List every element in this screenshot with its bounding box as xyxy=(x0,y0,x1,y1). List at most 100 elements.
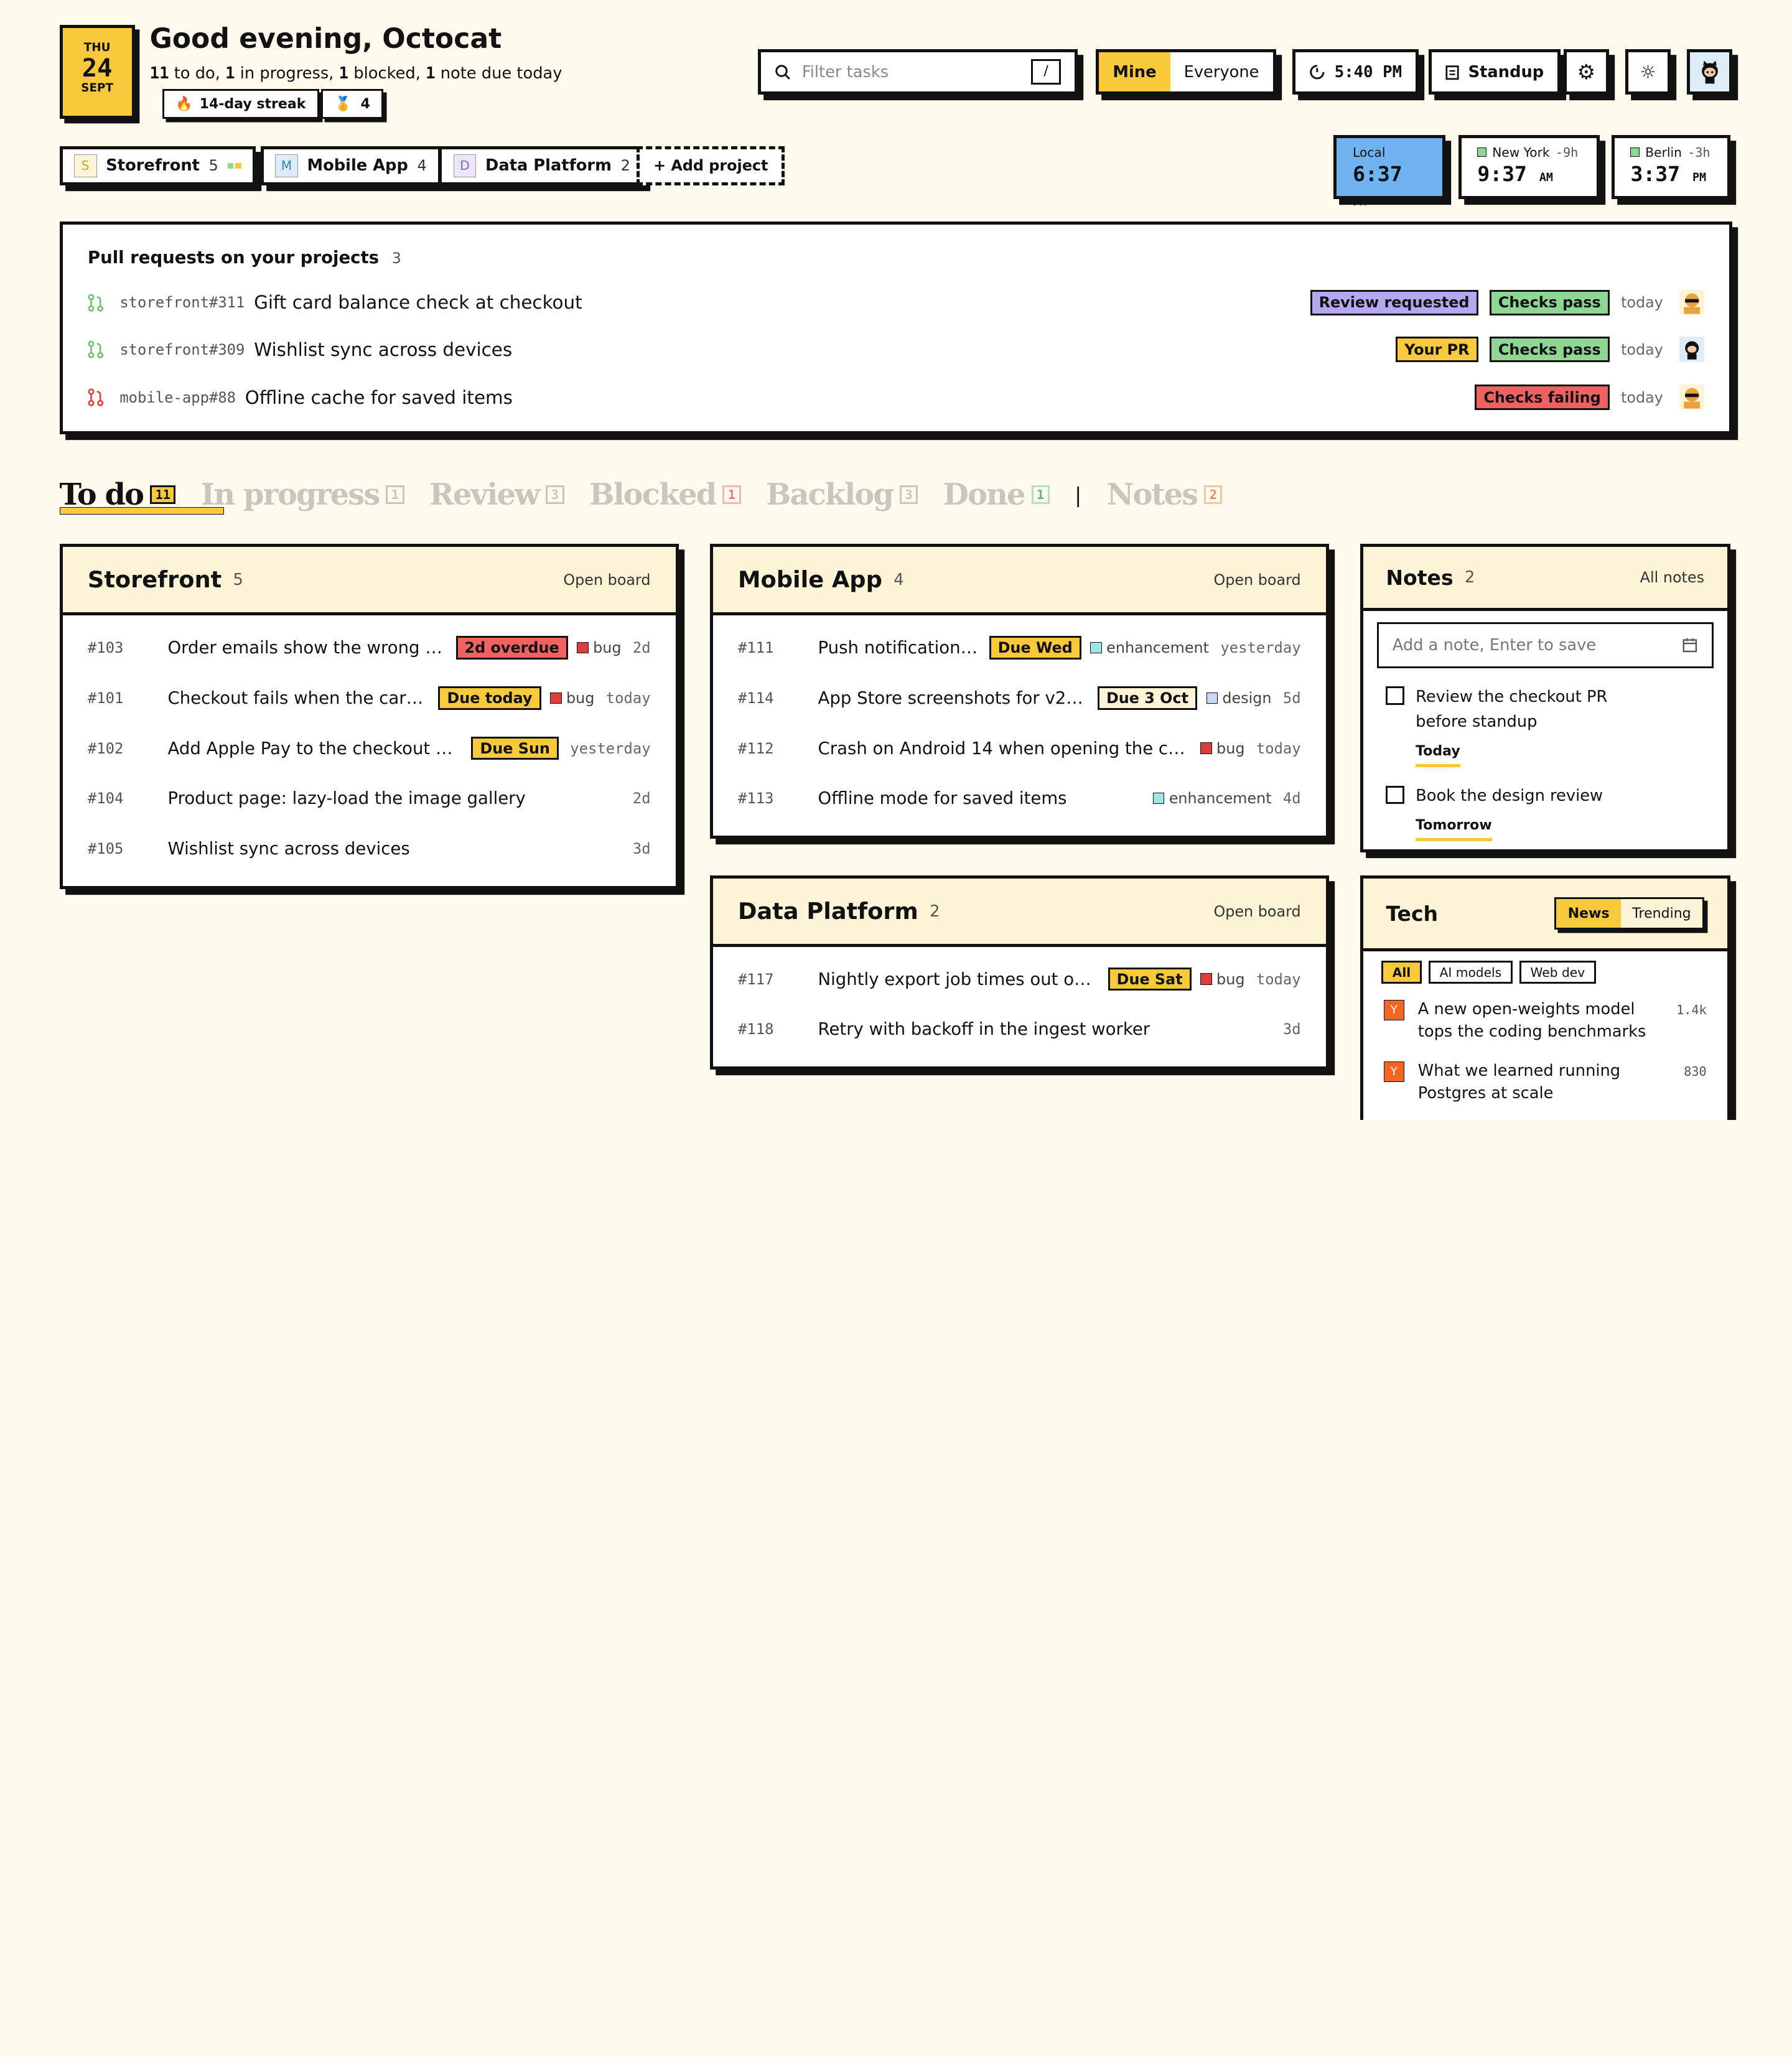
task-row[interactable]: #111 Push notifications for order update… xyxy=(713,622,1326,673)
task-row[interactable]: #112 Crash on Android 14 when opening th… xyxy=(713,723,1326,773)
search-input[interactable]: Filter tasks xyxy=(802,63,1031,82)
clock-time: 9:37 AM xyxy=(1477,162,1553,187)
task-row[interactable]: #102 Add Apple Pay to the checkout flow … xyxy=(63,723,676,773)
tech-header: Tech News Trending xyxy=(1363,878,1727,952)
board-header: Storefront 5 Open board xyxy=(62,547,676,616)
board-count: 5 xyxy=(233,570,243,589)
hacker-news-icon: Y xyxy=(1383,1000,1404,1021)
label-swatch-icon xyxy=(1200,973,1212,985)
note-item[interactable]: Book the design review Tomorrow xyxy=(1363,767,1727,842)
user-avatar-button[interactable] xyxy=(1686,49,1733,95)
clock-label: New York -9h xyxy=(1477,145,1580,160)
standup-button[interactable]: Standup xyxy=(1428,49,1561,95)
timer-button[interactable]: 5:40 PM xyxy=(1292,49,1419,95)
task-title[interactable]: Product page: lazy-load the image galler… xyxy=(167,788,621,808)
label-swatch-icon xyxy=(550,692,562,704)
task-row[interactable]: #113 Offline mode for saved items enhanc… xyxy=(713,773,1326,824)
task-row[interactable]: #105 Wishlist sync across devices 3d xyxy=(63,824,676,874)
board-mobile-app: Mobile App 4 Open board #111 Push notifi… xyxy=(709,544,1330,839)
task-age: 2d xyxy=(632,638,651,656)
theme-toggle-button[interactable]: ☼ xyxy=(1625,49,1671,95)
medal-chip[interactable]: 🏅 4 xyxy=(321,89,384,119)
tab-backlog[interactable]: Backlog 3 xyxy=(766,477,918,512)
open-board-link[interactable]: Open board xyxy=(563,571,650,589)
task-row[interactable]: #103 Order emails show the wrong currenc… xyxy=(63,622,676,673)
task-row[interactable]: #118 Retry with backoff in the ingest wo… xyxy=(713,1004,1326,1055)
pr-badge: Review requested xyxy=(1310,289,1478,315)
task-title[interactable]: Wishlist sync across devices xyxy=(167,839,621,859)
board-count: 2 xyxy=(930,902,940,921)
notes-panel: Notes 2 All notes Add a note, Enter to s… xyxy=(1360,544,1730,853)
project-chip-mobile-app[interactable]: M Mobile App 4 xyxy=(260,146,442,185)
due-badge: Due 3 Oct xyxy=(1097,686,1198,710)
seg-trending[interactable]: Trending xyxy=(1621,899,1702,927)
task-title[interactable]: Crash on Android 14 when opening the car… xyxy=(818,739,1192,758)
task-title[interactable]: App Store screenshots for v2.0 release xyxy=(818,688,1089,708)
task-title[interactable]: Checkout fails when the cart has a gift … xyxy=(167,688,429,708)
tab-in-progress[interactable]: In progress 1 xyxy=(201,477,404,512)
tab-review[interactable]: Review 3 xyxy=(429,477,564,512)
task-age: today xyxy=(1256,970,1301,988)
pr-title[interactable]: Gift card balance check at checkout xyxy=(254,292,1299,313)
task-title[interactable]: Offline mode for saved items xyxy=(818,788,1144,808)
add-project-button[interactable]: + Add project xyxy=(637,146,785,185)
filter-web-dev[interactable]: Web dev xyxy=(1519,961,1596,984)
pr-title[interactable]: Offline cache for saved items xyxy=(245,387,1463,408)
news-title[interactable]: A new open-weights model tops the coding… xyxy=(1418,998,1663,1043)
task-row[interactable]: #114 App Store screenshots for v2.0 rele… xyxy=(713,673,1326,723)
tab-blocked[interactable]: Blocked 1 xyxy=(589,477,741,512)
task-title[interactable]: Nightly export job times out on large ta… xyxy=(818,969,1099,989)
filter-ai-models[interactable]: AI models xyxy=(1428,961,1513,984)
tab-notes[interactable]: Notes 2 xyxy=(1107,477,1223,512)
settings-button[interactable]: ⚙ xyxy=(1563,49,1610,95)
task-title[interactable]: Push notifications for order updates xyxy=(818,638,980,658)
news-item[interactable]: Y What we learned running Postgres at sc… xyxy=(1363,1043,1727,1105)
notes-header: Notes 2 All notes xyxy=(1363,547,1727,612)
task-id: #101 xyxy=(87,689,124,707)
note-checkbox[interactable] xyxy=(1386,686,1404,705)
news-points: 830 xyxy=(1684,1064,1707,1080)
news-item[interactable]: Y A new open-weights model tops the codi… xyxy=(1363,986,1727,1043)
task-title[interactable]: Retry with backoff in the ingest worker xyxy=(818,1019,1272,1039)
task-title[interactable]: Add Apple Pay to the checkout flow xyxy=(167,739,462,758)
open-board-link[interactable]: Open board xyxy=(1213,571,1300,589)
pr-title[interactable]: Wishlist sync across devices xyxy=(254,339,1384,360)
board-count: 4 xyxy=(894,570,904,589)
pr-row[interactable]: storefront#311 Gift card balance check a… xyxy=(88,287,1705,317)
project-chip-data-platform[interactable]: D Data Platform 2 xyxy=(439,146,645,185)
filter-all[interactable]: All xyxy=(1381,961,1422,984)
seg-news[interactable]: News xyxy=(1556,899,1621,928)
task-row[interactable]: #101 Checkout fails when the cart has a … xyxy=(63,673,676,723)
pr-row[interactable]: mobile-app#88 Offline cache for saved it… xyxy=(88,383,1705,413)
streak-chip[interactable]: 🔥 14-day streak xyxy=(162,89,319,119)
task-title[interactable]: Order emails show the wrong currency for… xyxy=(167,638,446,658)
pr-ref[interactable]: mobile-app#88 xyxy=(119,389,236,406)
pr-ref[interactable]: storefront#309 xyxy=(119,341,245,358)
label-swatch-icon xyxy=(1152,793,1165,805)
task-row[interactable]: #117 Nightly export job times out on lar… xyxy=(713,954,1326,1004)
todo-text: to do, xyxy=(169,63,226,83)
scope-mine[interactable]: Mine xyxy=(1099,52,1170,92)
news-title[interactable]: What we learned running Postgres at scal… xyxy=(1418,1060,1670,1105)
clock-label: Local xyxy=(1353,144,1386,160)
note-input[interactable]: Add a note, Enter to save xyxy=(1376,622,1714,668)
date-tile: THU 24 SEPT xyxy=(59,25,135,119)
calendar-icon[interactable] xyxy=(1682,637,1698,653)
search-box[interactable]: Filter tasks / xyxy=(757,49,1078,95)
note-checkbox[interactable] xyxy=(1386,785,1404,804)
label-swatch-icon xyxy=(1206,692,1218,704)
tech-title: Tech xyxy=(1386,901,1439,926)
open-board-link[interactable]: Open board xyxy=(1213,903,1300,920)
scope-toggle[interactable]: Mine Everyone xyxy=(1096,49,1276,95)
tab-done[interactable]: Done 1 xyxy=(943,477,1050,512)
project-chip-storefront[interactable]: S Storefront 5 xyxy=(59,146,256,185)
project-count: 5 xyxy=(208,157,218,175)
scope-everyone[interactable]: Everyone xyxy=(1170,52,1273,91)
all-notes-link[interactable]: All notes xyxy=(1640,569,1704,586)
task-row[interactable]: #104 Product page: lazy-load the image g… xyxy=(63,773,676,824)
pr-ref[interactable]: storefront#311 xyxy=(119,294,245,311)
tech-source-toggle[interactable]: News Trending xyxy=(1554,897,1705,930)
pr-row[interactable]: storefront#309 Wishlist sync across devi… xyxy=(88,335,1705,365)
note-item[interactable]: Review the checkout PR before standup To… xyxy=(1363,668,1727,768)
note-text: Review the checkout PR before standup xyxy=(1416,687,1608,732)
